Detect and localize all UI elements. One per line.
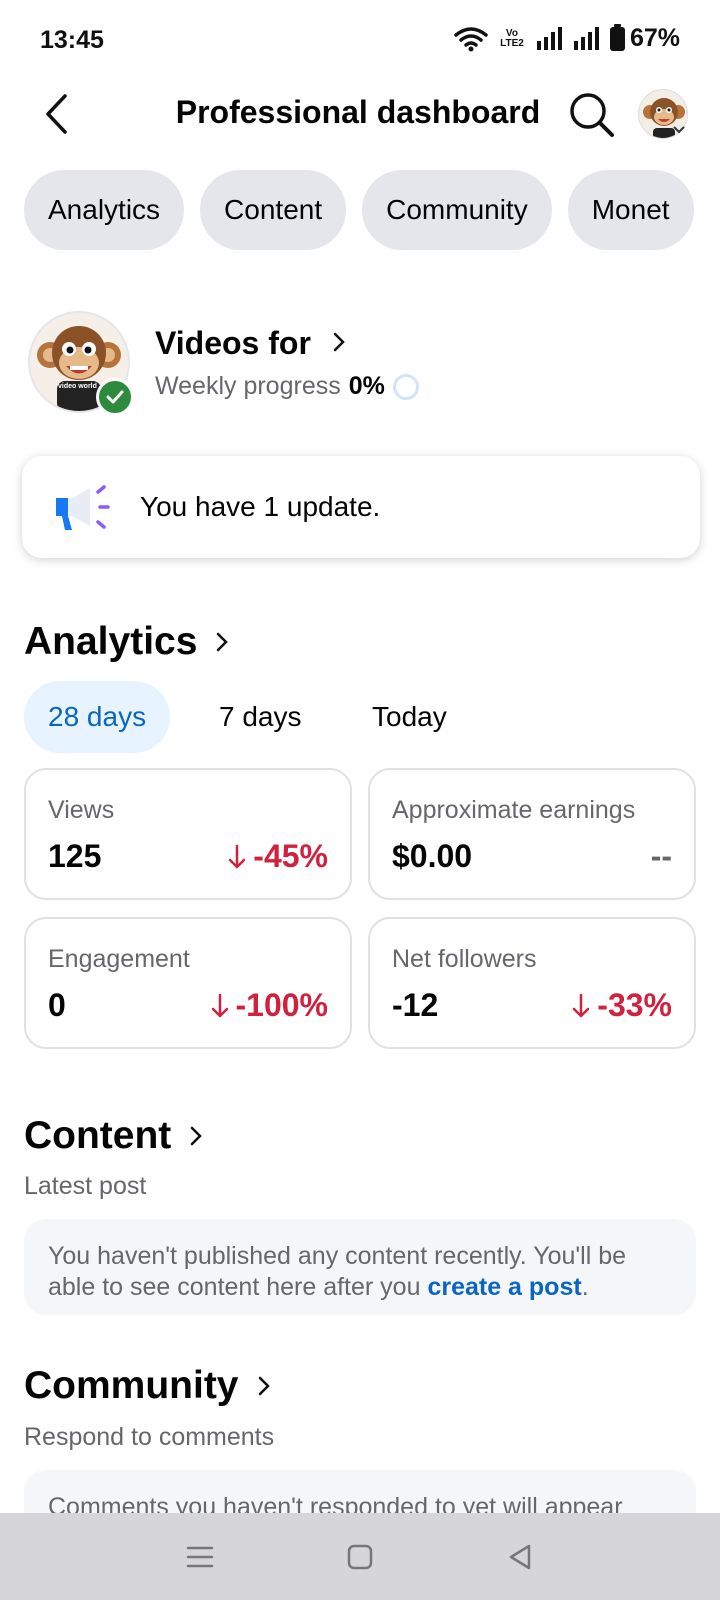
menu-icon <box>186 1546 214 1567</box>
volte-top: Vo <box>505 27 518 39</box>
create-post-link[interactable]: create a post <box>427 1273 581 1301</box>
battery-percent: 67% <box>629 24 680 52</box>
chevron-right-icon <box>191 1126 203 1146</box>
chevron-right-icon <box>258 1376 270 1396</box>
volte-bottom: LTE2 <box>500 37 524 49</box>
community-subtitle: Respond to comments <box>24 1423 275 1451</box>
metric-value: $0.00 <box>392 838 473 874</box>
metric-card-net-followers[interactable]: Net followers -12 -33% <box>368 917 696 1049</box>
home-icon <box>347 1544 373 1569</box>
volte-icon: Vo LTE2 <box>497 27 527 49</box>
checkmark-icon <box>106 390 124 404</box>
analytics-header[interactable]: Analytics <box>24 620 229 664</box>
arrow-down-icon <box>211 993 228 1017</box>
search-icon <box>570 93 614 137</box>
status-time: 13:45 <box>40 26 104 54</box>
megaphone-icon <box>50 482 112 532</box>
metric-change: -45% <box>227 838 328 875</box>
content-subtitle: Latest post <box>24 1172 147 1200</box>
metric-label: Views <box>48 796 115 824</box>
chevron-right-icon <box>217 632 229 652</box>
update-card[interactable]: You have 1 update. <box>22 456 700 558</box>
metric-change-value: -- <box>650 838 672 874</box>
range-today[interactable]: Today <box>372 681 447 753</box>
search-button[interactable] <box>568 91 616 139</box>
metric-change: -100% <box>210 987 329 1024</box>
account-switch-icon[interactable] <box>672 122 686 138</box>
chevron-down-icon <box>673 126 685 134</box>
metric-change-value: -100% <box>235 987 329 1023</box>
metric-change-value: -33% <box>597 987 672 1023</box>
metric-change: -- <box>651 838 672 875</box>
wifi-icon <box>454 26 488 51</box>
community-header[interactable]: Community <box>24 1364 271 1408</box>
page-title-text: Professional dashboard <box>175 94 541 130</box>
message-period: . <box>581 1273 589 1301</box>
system-nav-bar <box>0 1513 720 1600</box>
metric-label: Net followers <box>392 945 537 973</box>
tab-analytics[interactable]: Analytics <box>24 170 185 250</box>
weekly-progress: Weekly progress 0% <box>155 372 419 401</box>
chevron-right-icon <box>333 332 345 352</box>
tab-content[interactable]: Content <box>200 170 347 250</box>
verified-badge <box>96 378 134 416</box>
signal-icon <box>536 26 562 50</box>
weekly-progress-value: 0% <box>348 372 385 400</box>
analytics-title: Analytics <box>24 620 198 663</box>
content-title: Content <box>24 1114 172 1157</box>
metric-card-engagement[interactable]: Engagement 0 -100% <box>24 917 352 1049</box>
progress-ring-icon <box>392 373 419 400</box>
battery-icon <box>609 23 625 51</box>
content-header[interactable]: Content <box>24 1114 203 1158</box>
status-bar: 13:45 Vo LTE2 67% <box>0 0 720 80</box>
arrow-down-icon <box>573 993 590 1017</box>
metric-change: -33% <box>571 987 672 1024</box>
system-back-button[interactable] <box>440 1527 600 1587</box>
range-7-days[interactable]: 7 days <box>219 681 302 753</box>
signal-icon <box>573 26 599 50</box>
weekly-progress-label: Weekly progress <box>155 372 341 400</box>
status-icons: Vo LTE2 67% <box>454 23 680 53</box>
metric-card-earnings[interactable]: Approximate earnings $0.00 -- <box>368 768 696 900</box>
tab-monetization[interactable]: Monet <box>567 170 694 250</box>
community-title: Community <box>24 1364 239 1407</box>
metric-value: -12 <box>392 987 439 1023</box>
message-line-1: You haven't published any content recent… <box>48 1242 627 1270</box>
metric-label: Approximate earnings <box>392 796 636 824</box>
profile-chevron-icon[interactable] <box>332 331 346 358</box>
metric-label: Engagement <box>48 945 190 973</box>
arrow-down-icon <box>229 844 246 868</box>
section-tabs: Analytics Content Community Monet <box>24 170 694 250</box>
metric-value: 0 <box>48 987 66 1023</box>
message-line-2-text: able to see content here after you <box>48 1273 421 1301</box>
recent-apps-button[interactable] <box>120 1527 280 1587</box>
avatar-caption: video world <box>58 383 97 390</box>
content-empty-message: You haven't published any content recent… <box>24 1219 696 1315</box>
tab-community[interactable]: Community <box>362 170 552 250</box>
metric-change-value: -45% <box>253 838 328 874</box>
back-icon <box>509 1544 531 1569</box>
metric-value: 125 <box>48 838 102 874</box>
update-text: You have 1 update. <box>140 491 381 522</box>
profile-name[interactable]: Videos for <box>155 325 311 362</box>
metric-card-views[interactable]: Views 125 -45% <box>24 768 352 900</box>
home-button[interactable] <box>280 1527 440 1587</box>
message-line-2: able to see content here after you creat… <box>48 1272 672 1303</box>
range-28-days[interactable]: 28 days <box>24 681 171 753</box>
